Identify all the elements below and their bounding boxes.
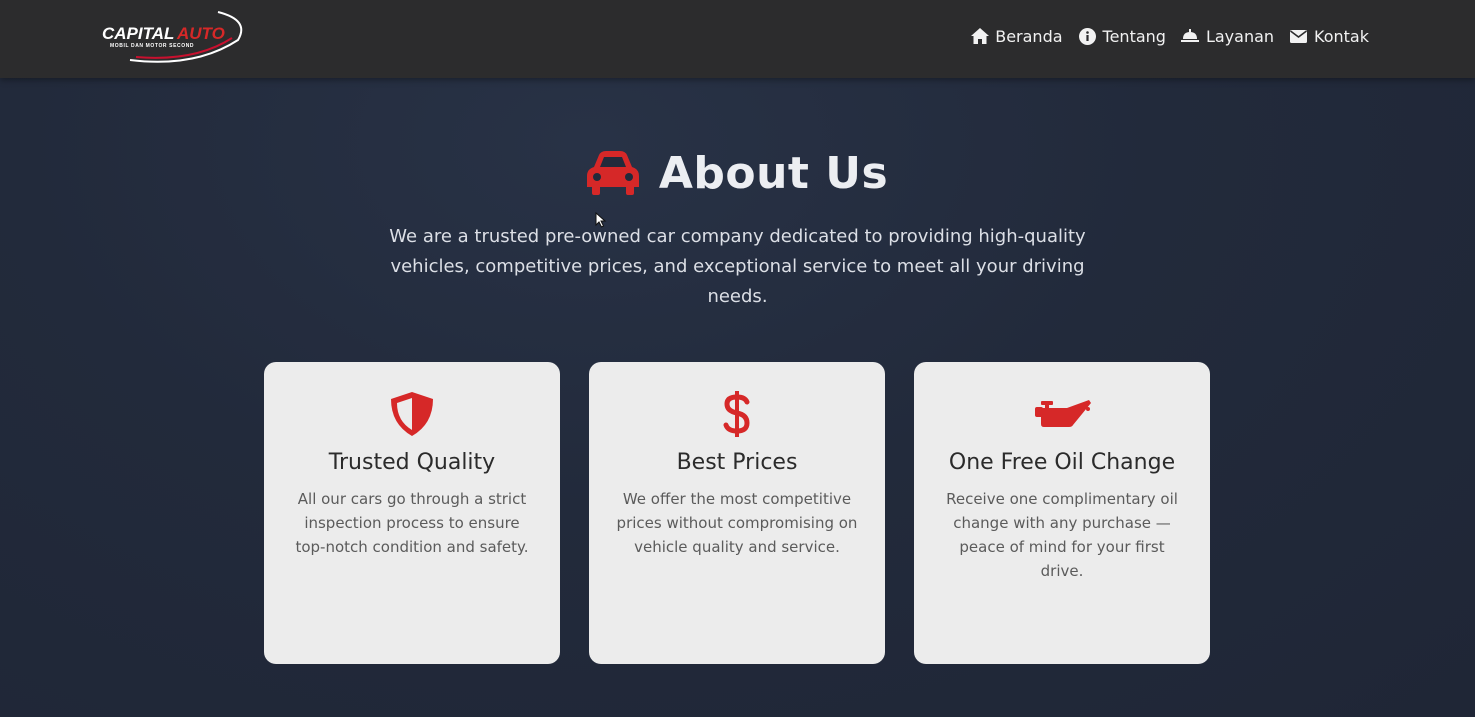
feature-text: All our cars go through a strict inspect… <box>295 490 529 556</box>
home-icon <box>970 27 989 46</box>
brand-logo-graphic: CAPITAL AUTO MOBIL DAN MOTOR SECOND <box>102 11 243 63</box>
envelope-icon <box>1289 27 1308 46</box>
nav-label-layanan: Layanan <box>1205 26 1275 46</box>
brand-tagline: MOBIL DAN MOTOR SECOND <box>110 43 194 49</box>
about-description: We are a trusted pre-owned car company d… <box>389 226 1086 307</box>
nav-label-tentang: Tentang <box>1102 26 1166 46</box>
service-bell-icon <box>1181 27 1200 46</box>
feature-title: Trusted Quality <box>328 450 496 475</box>
feature-card-best-prices: Best Prices We offer the most competitiv… <box>589 362 885 664</box>
nav-item-layanan[interactable]: Layanan <box>1181 27 1274 46</box>
feature-title: Best Prices <box>676 450 798 475</box>
feature-card-trusted-quality: Trusted Quality All our cars go through … <box>264 362 560 664</box>
mouse-cursor-icon <box>595 211 607 228</box>
page-title: About Us <box>658 147 889 199</box>
info-icon <box>1078 27 1097 46</box>
nav-label-beranda: Beranda <box>995 26 1063 46</box>
about-section: About Us We are a trusted pre-owned car … <box>0 140 1475 312</box>
feature-title: One Free Oil Change <box>948 450 1176 475</box>
feature-card-oil-change: One Free Oil Change Receive one complime… <box>914 362 1210 664</box>
feature-text: Receive one complimentary oil change wit… <box>946 490 1178 580</box>
dollar-icon <box>589 390 885 438</box>
nav-item-tentang[interactable]: Tentang <box>1078 27 1166 46</box>
brand-logo[interactable]: CAPITAL AUTO MOBIL DAN MOTOR SECOND <box>100 10 245 64</box>
car-icon <box>586 151 639 195</box>
nav-item-kontak[interactable]: Kontak <box>1289 27 1369 46</box>
navbar: CAPITAL AUTO MOBIL DAN MOTOR SECOND Bera… <box>0 0 1475 78</box>
brand-name-part2: AUTO <box>176 24 225 43</box>
shield-icon <box>264 390 560 438</box>
brand-name-part1: CAPITAL <box>102 24 174 43</box>
nav-item-beranda[interactable]: Beranda <box>970 26 1063 46</box>
about-heading: About Us <box>0 140 1475 206</box>
feature-cards: Trusted Quality All our cars go through … <box>264 362 1210 664</box>
oil-can-icon <box>914 390 1210 438</box>
main-nav: Beranda Tentang Layanan Kontak <box>970 0 1369 72</box>
feature-text: We offer the most competitive prices wit… <box>616 490 858 556</box>
nav-label-kontak: Kontak <box>1314 26 1369 46</box>
